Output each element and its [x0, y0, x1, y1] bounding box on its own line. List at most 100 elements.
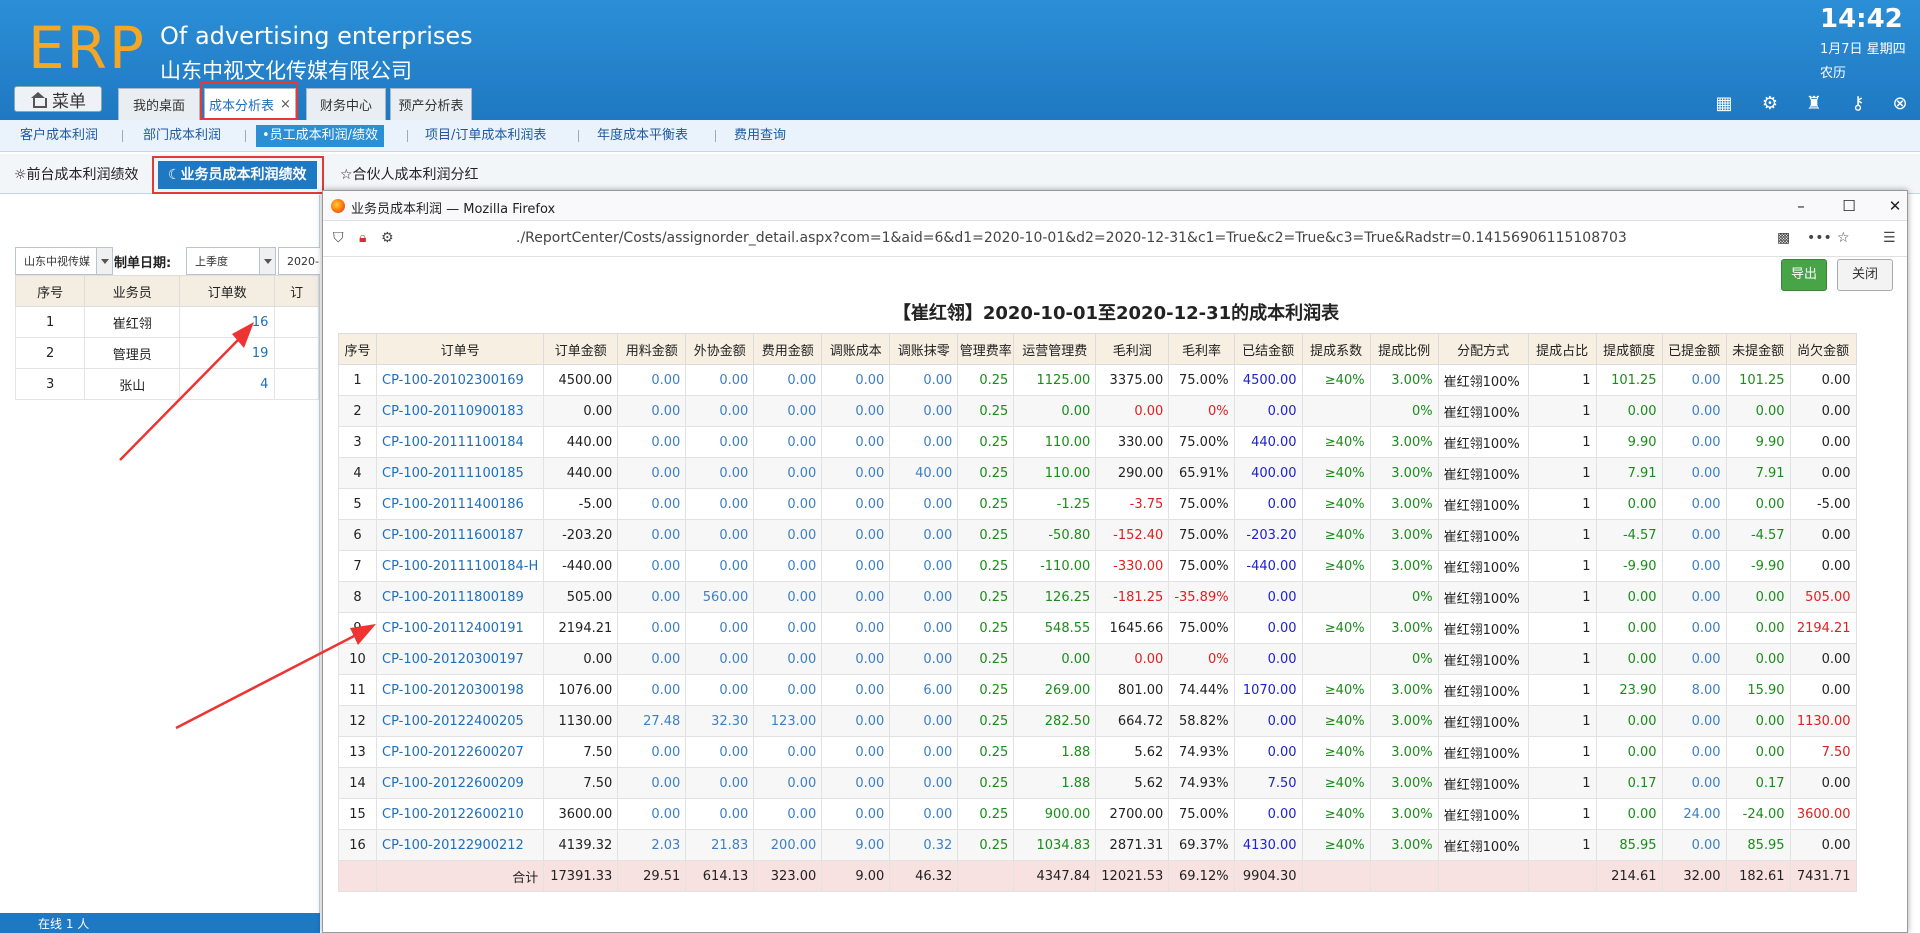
- tab-my-desktop[interactable]: 我的桌面: [118, 88, 200, 120]
- order-number-link[interactable]: CP-100-20112400191: [375, 612, 545, 644]
- table-row[interactable]: 3 张山 4: [14, 368, 319, 400]
- more-icon[interactable]: •••: [1807, 230, 1832, 246]
- table-cell: -181.25: [1095, 581, 1170, 613]
- bookmark-star-icon[interactable]: ☆: [1837, 230, 1850, 246]
- divider: [122, 130, 123, 142]
- subnav-department-cost[interactable]: 部门成本利润: [143, 120, 221, 152]
- table-cell: 0.00: [685, 519, 755, 551]
- table-cell: 0.25: [957, 395, 1015, 427]
- maximize-button[interactable]: ☐: [1837, 195, 1861, 217]
- grid-icon[interactable]: ▦: [1714, 94, 1734, 114]
- table-cell: 75.00%: [1168, 364, 1235, 396]
- chevron-down-icon[interactable]: [96, 248, 112, 274]
- url-text[interactable]: ./ReportCenter/Costs/assignorder_detail.…: [516, 230, 1627, 246]
- hamburger-menu-icon[interactable]: ☰: [1883, 230, 1896, 246]
- chevron-up-icon[interactable]: ⊗: [1890, 94, 1910, 114]
- table-cell: 1: [1527, 612, 1597, 644]
- order-number-link[interactable]: CP-100-20102300169: [375, 364, 545, 396]
- period-select[interactable]: 上季度: [186, 247, 276, 275]
- order-count-link[interactable]: 16: [179, 306, 276, 338]
- table-cell: 1: [1527, 364, 1597, 396]
- order-number-link[interactable]: CP-100-20122900212: [375, 829, 545, 861]
- company-select[interactable]: 山东中视传媒: [15, 247, 113, 275]
- table-cell: 0.32: [889, 829, 959, 861]
- table-cell: 0.00: [821, 519, 891, 551]
- online-status: 在线 1 人: [0, 913, 320, 933]
- order-number-link[interactable]: CP-100-20111800189: [375, 581, 545, 613]
- table-cell: 65.91%: [1168, 457, 1235, 489]
- subnav-employee-cost[interactable]: •员工成本利润/绩效: [256, 125, 385, 147]
- minimize-button[interactable]: –: [1789, 195, 1813, 217]
- table-cell: 1: [1527, 736, 1597, 768]
- table-row: 11 CP-100-20120300198 1076.00 0.00 0.00 0.00 0…: [338, 674, 1857, 706]
- table-cell: 0.00: [617, 519, 687, 551]
- column-header: 未提金额: [1725, 333, 1791, 365]
- table-cell: [1301, 643, 1371, 675]
- table-row: 3 CP-100-20111100184 440.00 0.00 0.00 0.00 0.0…: [338, 426, 1857, 458]
- table-cell: 0.17: [1595, 767, 1663, 799]
- close-button[interactable]: 关闭: [1837, 259, 1893, 291]
- qr-code-icon[interactable]: ▩: [1777, 230, 1790, 246]
- table-cell: 0.25: [957, 798, 1015, 830]
- robe-icon[interactable]: ♜: [1804, 94, 1824, 114]
- order-number-link[interactable]: CP-100-20122600209: [375, 767, 545, 799]
- date-input[interactable]: 2020-: [278, 247, 320, 275]
- table-cell: 0.00: [821, 767, 891, 799]
- tab-forecast-analysis[interactable]: 预产分析表: [390, 88, 472, 120]
- table-cell: 0.00: [1233, 395, 1303, 427]
- menu-button[interactable]: 菜单: [14, 86, 102, 112]
- date-value: 2020-: [287, 254, 319, 268]
- table-cell: ≥40%: [1301, 798, 1371, 830]
- order-count-link[interactable]: 4: [179, 368, 276, 400]
- table-cell: 505.00: [543, 581, 619, 613]
- tab-partner-cost[interactable]: ☆合伙人成本利润分红: [340, 161, 479, 189]
- order-number-link[interactable]: CP-100-20111600187: [375, 519, 545, 551]
- table-cell: 7.50: [1789, 736, 1857, 768]
- subnav-annual-balance[interactable]: 年度成本平衡表: [597, 120, 688, 152]
- close-window-button[interactable]: ✕: [1883, 195, 1907, 217]
- order-number-link[interactable]: CP-100-20111100184-H: [375, 550, 545, 582]
- shield-icon[interactable]: ⛉: [333, 230, 344, 246]
- table-cell: 75.00%: [1168, 488, 1235, 520]
- tab-finance-center[interactable]: 财务中心: [306, 88, 386, 120]
- order-number-link[interactable]: CP-100-20122600210: [375, 798, 545, 830]
- table-cell: -440.00: [1233, 550, 1303, 582]
- subnav-expense-query[interactable]: 费用查询: [734, 120, 786, 152]
- chevron-down-icon[interactable]: [259, 248, 275, 274]
- gear-icon[interactable]: ⚙: [1760, 94, 1780, 114]
- insecure-lock-icon[interactable]: 🔒︎: [359, 230, 366, 246]
- table-cell: ≥40%: [1301, 829, 1371, 861]
- key-icon[interactable]: ⚷: [1848, 94, 1868, 114]
- order-number-link[interactable]: CP-100-20111100184: [375, 426, 545, 458]
- company-value: 山东中视传媒: [24, 255, 90, 268]
- date-display: 1月7日 星期四: [1820, 42, 1906, 57]
- table-cell: 0.00: [889, 395, 959, 427]
- total-cell: 46.32: [889, 860, 959, 892]
- table-cell: 75.00%: [1168, 426, 1235, 458]
- permissions-icon[interactable]: ⚙: [381, 230, 394, 246]
- total-cell: 12021.53: [1095, 860, 1170, 892]
- url-bar[interactable]: ⛉ 🔒︎ ⚙ ./ReportCenter/Costs/assignorder_…: [323, 221, 1907, 257]
- tab-front-desk-cost[interactable]: ☼前台成本利润绩效: [14, 161, 139, 189]
- order-count-link[interactable]: 19: [179, 337, 276, 369]
- order-number-link[interactable]: CP-100-20110900183: [375, 395, 545, 427]
- order-number-link[interactable]: CP-100-20122600207: [375, 736, 545, 768]
- table-cell: ≥40%: [1301, 550, 1371, 582]
- table-cell: 1.88: [1013, 767, 1097, 799]
- subnav-project-cost[interactable]: 项目/订单成本利润表: [425, 120, 546, 152]
- order-number-link[interactable]: CP-100-20111100185: [375, 457, 545, 489]
- table-cell: 0.00: [1789, 426, 1857, 458]
- order-number-link[interactable]: CP-100-20122400205: [375, 705, 545, 737]
- export-button[interactable]: 导出: [1781, 259, 1827, 291]
- table-cell: 14: [338, 767, 377, 799]
- order-number-link[interactable]: CP-100-20120300197: [375, 643, 545, 675]
- table-cell: 0.00: [889, 519, 959, 551]
- order-number-link[interactable]: CP-100-20111400186: [375, 488, 545, 520]
- table-row[interactable]: 2 管理员 19: [14, 337, 319, 369]
- table-cell: 0.00: [1661, 767, 1727, 799]
- table-cell: 0.00: [1661, 457, 1727, 489]
- subnav-customer-cost[interactable]: 客户成本利润: [20, 120, 98, 152]
- table-row[interactable]: 1 崔红翎 16: [14, 306, 319, 338]
- table-cell: 0.00: [753, 674, 823, 706]
- order-number-link[interactable]: CP-100-20120300198: [375, 674, 545, 706]
